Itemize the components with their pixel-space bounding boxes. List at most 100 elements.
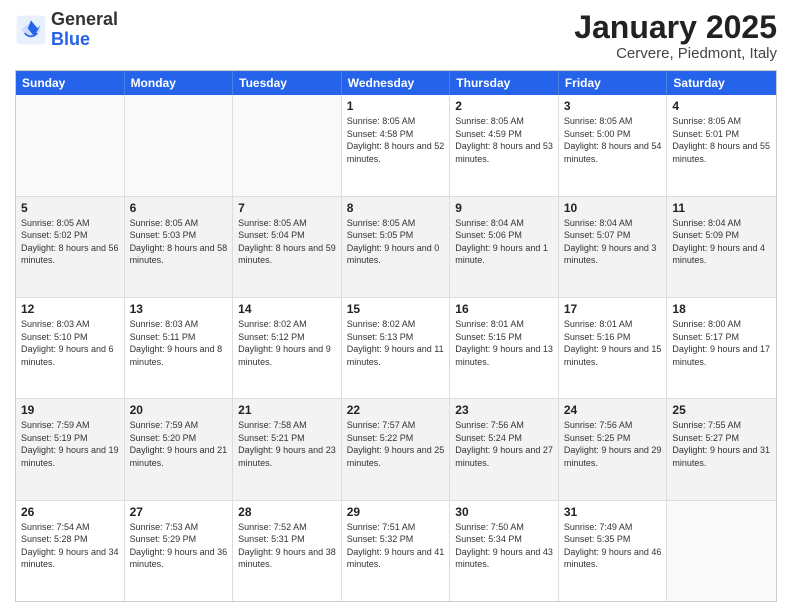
day-content: Sunrise: 7:58 AM Sunset: 5:21 PM Dayligh… (238, 419, 336, 469)
day-content: Sunrise: 8:05 AM Sunset: 5:02 PM Dayligh… (21, 217, 119, 267)
day-cell-29: 29 Sunrise: 7:51 AM Sunset: 5:32 PM Dayli… (342, 501, 451, 601)
logo-blue: Blue (51, 29, 90, 49)
page: General Blue January 2025 Cervere, Piedm… (0, 0, 792, 612)
calendar-week-5: 26 Sunrise: 7:54 AM Sunset: 5:28 PM Dayli… (16, 501, 776, 601)
empty-cell (125, 95, 234, 195)
calendar-week-2: 5Sunrise: 8:05 AM Sunset: 5:02 PM Daylig… (16, 197, 776, 298)
day-cell-31: 31Sunrise: 7:49 AM Sunset: 5:35 PM Dayli… (559, 501, 668, 601)
day-number: 19 (21, 403, 119, 417)
calendar-title: January 2025 (574, 10, 777, 45)
day-content: Sunrise: 7:50 AM Sunset: 5:34 PM Dayligh… (455, 521, 553, 571)
day-number: 25 (672, 403, 771, 417)
day-number: 18 (672, 302, 771, 316)
day-cell-30: 30 Sunrise: 7:50 AM Sunset: 5:34 PM Dayli… (450, 501, 559, 601)
day-number: 14 (238, 302, 336, 316)
empty-cell (233, 95, 342, 195)
day-content: Sunrise: 7:57 AM Sunset: 5:22 PM Dayligh… (347, 419, 445, 469)
day-cell-25: 25 Sunrise: 7:55 AM Sunset: 5:27 PM Dayli… (667, 399, 776, 499)
day-number: 23 (455, 403, 553, 417)
calendar-week-3: 12Sunrise: 8:03 AM Sunset: 5:10 PM Dayli… (16, 298, 776, 399)
calendar-week-1: 1 Sunrise: 8:05 AM Sunset: 4:58 PM Daylig… (16, 95, 776, 196)
day-number: 15 (347, 302, 445, 316)
day-cell-14: 14Sunrise: 8:02 AM Sunset: 5:12 PM Dayli… (233, 298, 342, 398)
day-content: Sunrise: 7:59 AM Sunset: 5:19 PM Dayligh… (21, 419, 119, 469)
day-number: 30 (455, 505, 553, 519)
day-content: Sunrise: 8:01 AM Sunset: 5:16 PM Dayligh… (564, 318, 662, 368)
day-content: Sunrise: 8:04 AM Sunset: 5:06 PM Dayligh… (455, 217, 553, 267)
day-content: Sunrise: 8:05 AM Sunset: 4:59 PM Dayligh… (455, 115, 553, 165)
day-header-monday: Monday (125, 71, 234, 95)
day-content: Sunrise: 8:02 AM Sunset: 5:13 PM Dayligh… (347, 318, 445, 368)
calendar-subtitle: Cervere, Piedmont, Italy (574, 45, 777, 62)
day-number: 28 (238, 505, 336, 519)
day-cell-4: 4 Sunrise: 8:05 AM Sunset: 5:01 PM Daylig… (667, 95, 776, 195)
day-content: Sunrise: 7:56 AM Sunset: 5:24 PM Dayligh… (455, 419, 553, 469)
day-cell-18: 18 Sunrise: 8:00 AM Sunset: 5:17 PM Dayli… (667, 298, 776, 398)
day-content: Sunrise: 8:04 AM Sunset: 5:07 PM Dayligh… (564, 217, 662, 267)
day-number: 29 (347, 505, 445, 519)
day-cell-21: 21 Sunrise: 7:58 AM Sunset: 5:21 PM Dayli… (233, 399, 342, 499)
day-number: 1 (347, 99, 445, 113)
calendar-header-row: SundayMondayTuesdayWednesdayThursdayFrid… (16, 71, 776, 95)
title-block: January 2025 Cervere, Piedmont, Italy (574, 10, 777, 62)
day-number: 31 (564, 505, 662, 519)
day-number: 21 (238, 403, 336, 417)
day-content: Sunrise: 8:03 AM Sunset: 5:11 PM Dayligh… (130, 318, 228, 368)
day-cell-20: 20 Sunrise: 7:59 AM Sunset: 5:20 PM Dayli… (125, 399, 234, 499)
day-content: Sunrise: 8:05 AM Sunset: 5:01 PM Dayligh… (672, 115, 771, 165)
day-number: 26 (21, 505, 119, 519)
day-cell-15: 15 Sunrise: 8:02 AM Sunset: 5:13 PM Dayli… (342, 298, 451, 398)
day-content: Sunrise: 8:05 AM Sunset: 5:05 PM Dayligh… (347, 217, 445, 267)
day-number: 9 (455, 201, 553, 215)
day-cell-27: 27 Sunrise: 7:53 AM Sunset: 5:29 PM Dayli… (125, 501, 234, 601)
day-number: 27 (130, 505, 228, 519)
day-cell-26: 26 Sunrise: 7:54 AM Sunset: 5:28 PM Dayli… (16, 501, 125, 601)
day-cell-22: 22Sunrise: 7:57 AM Sunset: 5:22 PM Dayli… (342, 399, 451, 499)
day-number: 20 (130, 403, 228, 417)
day-header-wednesday: Wednesday (342, 71, 451, 95)
day-content: Sunrise: 7:53 AM Sunset: 5:29 PM Dayligh… (130, 521, 228, 571)
day-content: Sunrise: 8:05 AM Sunset: 5:04 PM Dayligh… (238, 217, 336, 267)
day-cell-24: 24 Sunrise: 7:56 AM Sunset: 5:25 PM Dayli… (559, 399, 668, 499)
day-header-sunday: Sunday (16, 71, 125, 95)
day-cell-13: 13Sunrise: 8:03 AM Sunset: 5:11 PM Dayli… (125, 298, 234, 398)
day-cell-7: 7Sunrise: 8:05 AM Sunset: 5:04 PM Daylig… (233, 197, 342, 297)
day-cell-1: 1 Sunrise: 8:05 AM Sunset: 4:58 PM Daylig… (342, 95, 451, 195)
day-number: 6 (130, 201, 228, 215)
day-content: Sunrise: 7:52 AM Sunset: 5:31 PM Dayligh… (238, 521, 336, 571)
day-content: Sunrise: 8:04 AM Sunset: 5:09 PM Dayligh… (672, 217, 771, 267)
day-cell-5: 5Sunrise: 8:05 AM Sunset: 5:02 PM Daylig… (16, 197, 125, 297)
day-cell-2: 2Sunrise: 8:05 AM Sunset: 4:59 PM Daylig… (450, 95, 559, 195)
day-number: 12 (21, 302, 119, 316)
day-cell-9: 9 Sunrise: 8:04 AM Sunset: 5:06 PM Daylig… (450, 197, 559, 297)
day-header-saturday: Saturday (667, 71, 776, 95)
day-content: Sunrise: 7:55 AM Sunset: 5:27 PM Dayligh… (672, 419, 771, 469)
day-cell-23: 23 Sunrise: 7:56 AM Sunset: 5:24 PM Dayli… (450, 399, 559, 499)
day-content: Sunrise: 8:05 AM Sunset: 4:58 PM Dayligh… (347, 115, 445, 165)
day-content: Sunrise: 7:51 AM Sunset: 5:32 PM Dayligh… (347, 521, 445, 571)
header: General Blue January 2025 Cervere, Piedm… (15, 10, 777, 62)
calendar-week-4: 19 Sunrise: 7:59 AM Sunset: 5:19 PM Dayli… (16, 399, 776, 500)
logo-general: General (51, 9, 118, 29)
day-header-friday: Friday (559, 71, 668, 95)
day-content: Sunrise: 7:59 AM Sunset: 5:20 PM Dayligh… (130, 419, 228, 469)
day-number: 16 (455, 302, 553, 316)
day-cell-12: 12Sunrise: 8:03 AM Sunset: 5:10 PM Dayli… (16, 298, 125, 398)
calendar: SundayMondayTuesdayWednesdayThursdayFrid… (15, 70, 777, 602)
day-number: 17 (564, 302, 662, 316)
day-number: 4 (672, 99, 771, 113)
day-cell-10: 10 Sunrise: 8:04 AM Sunset: 5:07 PM Dayli… (559, 197, 668, 297)
calendar-body: 1 Sunrise: 8:05 AM Sunset: 4:58 PM Daylig… (16, 95, 776, 601)
day-cell-8: 8Sunrise: 8:05 AM Sunset: 5:05 PM Daylig… (342, 197, 451, 297)
day-content: Sunrise: 8:00 AM Sunset: 5:17 PM Dayligh… (672, 318, 771, 368)
day-content: Sunrise: 7:54 AM Sunset: 5:28 PM Dayligh… (21, 521, 119, 571)
day-content: Sunrise: 7:56 AM Sunset: 5:25 PM Dayligh… (564, 419, 662, 469)
logo-icon (15, 14, 47, 46)
day-number: 10 (564, 201, 662, 215)
day-cell-17: 17 Sunrise: 8:01 AM Sunset: 5:16 PM Dayli… (559, 298, 668, 398)
day-cell-6: 6Sunrise: 8:05 AM Sunset: 5:03 PM Daylig… (125, 197, 234, 297)
day-number: 24 (564, 403, 662, 417)
day-content: Sunrise: 8:01 AM Sunset: 5:15 PM Dayligh… (455, 318, 553, 368)
day-header-tuesday: Tuesday (233, 71, 342, 95)
day-cell-3: 3Sunrise: 8:05 AM Sunset: 5:00 PM Daylig… (559, 95, 668, 195)
